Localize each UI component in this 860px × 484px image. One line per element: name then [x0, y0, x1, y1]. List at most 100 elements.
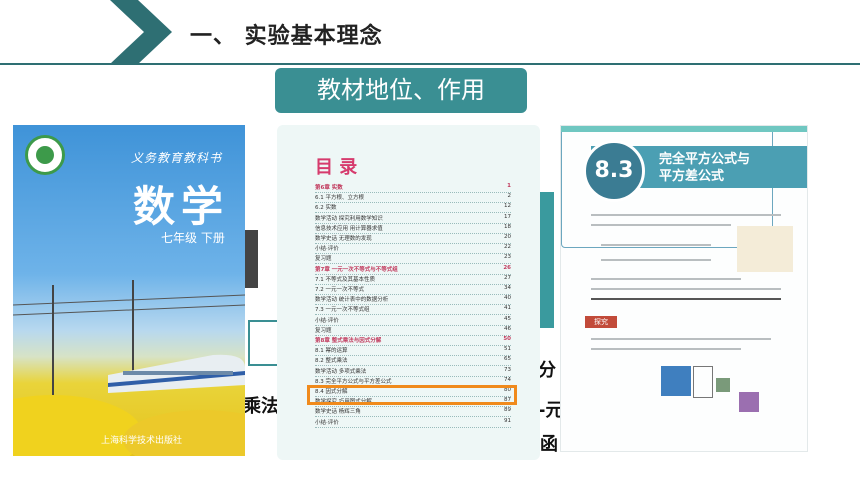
- toc-row-page: 46: [504, 325, 511, 332]
- toc-row-page: 65: [504, 356, 511, 363]
- toc-row-label: 8.2 整式乘法: [315, 358, 348, 365]
- toc-row-label: 7.3 一元一次不等式组: [315, 307, 370, 314]
- toc-row-page: 1: [507, 183, 511, 189]
- logo-icon: [25, 135, 65, 175]
- toc-row-page: 17: [504, 213, 511, 220]
- toc-row-page: 45: [504, 315, 511, 322]
- table-of-contents-image: 目 录 第6章 实数 1 6.1 平方根、立方根 2 6.2 实数 12 数学活动 探究利用…: [277, 125, 540, 460]
- toc-row-label: 6.2 实数: [315, 205, 337, 212]
- toc-row: 第7章 一元一次不等式与不等式组 26: [315, 264, 511, 275]
- toc-row-label: 第6章 实数: [315, 185, 343, 191]
- header-divider: [0, 63, 860, 65]
- toc-row-label: 数学史话 杨辉三角: [315, 409, 361, 416]
- toc-row: 复习题 23: [315, 254, 511, 265]
- toc-row-label: 7.2 一元一次不等式: [315, 287, 364, 293]
- chapter-title: 完全平方公式与 平方差公式: [659, 151, 750, 185]
- page-top-band: [561, 126, 807, 132]
- background-bar: [244, 230, 258, 288]
- background-text-right-1: 分: [538, 360, 556, 381]
- toc-row: 7.3 一元一次不等式组 41: [315, 305, 511, 316]
- toc-row-label: 数学史话 无理数的发现: [315, 236, 372, 242]
- toc-row: 7.1 不等式及其基本性质 27: [315, 274, 511, 285]
- note-box: [737, 226, 793, 272]
- text-line: [601, 259, 711, 261]
- text-line: [591, 348, 741, 350]
- toc-row-page: 51: [504, 346, 511, 353]
- train-scene-icon: [13, 280, 245, 456]
- diagram-rect: [693, 366, 713, 398]
- section-tag: 教材地位、作用: [275, 68, 527, 113]
- toc-row-label: 小结·评价: [315, 246, 339, 253]
- example-tag: 探究: [585, 316, 617, 328]
- toc-row-page: 50: [503, 336, 511, 342]
- chapter-title-line2: 平方差公式: [659, 169, 725, 184]
- toc-row: 小结·评价 91: [315, 417, 511, 428]
- text-line: [591, 278, 741, 280]
- toc-row: 7.2 一元一次不等式 34: [315, 285, 511, 295]
- toc-row-page: 27: [504, 274, 511, 281]
- toc-row: 数学活动 多项式乘法 73: [315, 366, 511, 377]
- cover-series: 义务教育教科书: [131, 151, 223, 165]
- toc-row-label: 复习题: [315, 327, 332, 334]
- toc-row-label: 数学活动 多项式乘法: [315, 368, 367, 375]
- diagram-square: [661, 366, 691, 396]
- toc-row-page: 40: [504, 295, 511, 302]
- text-line: [591, 214, 781, 216]
- toc-row-page: 12: [504, 203, 511, 210]
- toc-row-page: 73: [504, 366, 511, 373]
- toc-row-label: 8.1 幂的运算: [315, 348, 348, 355]
- toc-row-page: 41: [504, 305, 511, 312]
- toc-row: 数学史话 无理数的发现 20: [315, 234, 511, 244]
- toc-row: 数学活动 统计表中的数据分析 40: [315, 295, 511, 306]
- chapter-page-image: 8.3 完全平方公式与 平方差公式 探究: [560, 125, 808, 452]
- toc-row-page: 91: [504, 417, 511, 424]
- toc-row-label: 小结·评价: [315, 317, 339, 324]
- toc-row-page: 23: [504, 254, 511, 261]
- toc-row-label: 6.1 平方根、立方根: [315, 195, 364, 202]
- background-text-left: 乘法: [243, 396, 279, 417]
- toc-row: 复习题 46: [315, 325, 511, 336]
- toc-row-label: 第8章 整式乘法与因式分解: [315, 338, 382, 344]
- toc-row-label: 8.3 完全平方公式与平方差公式: [315, 378, 392, 385]
- toc-row-label: 数学活动 探究利用数学知识: [315, 215, 383, 222]
- text-line: [591, 338, 771, 340]
- page-title: 一、 实验基本理念: [190, 24, 383, 49]
- textbook-cover-image: 义务教育教科书 数学 七年级 下册 上海科学技术出版社: [13, 125, 245, 456]
- cover-grade: 七年级 下册: [161, 231, 225, 245]
- diagram-square: [716, 378, 730, 392]
- toc-row: 8.2 整式乘法 65: [315, 356, 511, 367]
- toc-row: 数学史话 杨辉三角 89: [315, 407, 511, 418]
- toc-row-label: 第7章 一元一次不等式与不等式组: [315, 266, 398, 273]
- toc-row-label: 7.1 不等式及其基本性质: [315, 276, 375, 283]
- toc-row-page: 74: [504, 376, 511, 383]
- chevron-right-icon: [110, 0, 172, 64]
- toc-row-page: 89: [504, 407, 511, 414]
- toc-row-page: 26: [503, 264, 511, 271]
- toc-row-page: 18: [504, 223, 511, 230]
- toc-row: 小结·评价 45: [315, 315, 511, 326]
- toc-row: 6.1 平方根、立方根 2: [315, 193, 511, 204]
- toc-row-label: 复习题: [315, 256, 332, 263]
- toc-row-page: 2: [507, 193, 511, 200]
- toc-title: 目 录: [315, 157, 358, 178]
- toc-row-page: 34: [504, 285, 511, 291]
- chapter-title-line1: 完全平方公式与: [659, 152, 751, 167]
- cover-subject: 数学: [133, 182, 230, 231]
- highlight-frame: [307, 385, 517, 405]
- toc-row-page: 20: [504, 234, 511, 240]
- background-text-right-3: 函: [540, 434, 558, 455]
- toc-row: 6.2 实数 12: [315, 203, 511, 214]
- text-line: [591, 288, 781, 290]
- toc-row: 8.1 幂的运算 51: [315, 346, 511, 357]
- background-frame: [248, 320, 280, 366]
- toc-row: 第6章 实数 1: [315, 183, 511, 193]
- toc-row: 第8章 整式乘法与因式分解 50: [315, 336, 511, 346]
- toc-row-label: 数学活动 统计表中的数据分析: [315, 297, 389, 304]
- text-line: [591, 298, 781, 300]
- toc-row: 小结·评价 22: [315, 244, 511, 255]
- toc-row: 信息技术应用 用计算器求值 18: [315, 223, 511, 234]
- toc-row-label: 信息技术应用 用计算器求值: [315, 225, 383, 232]
- toc-row-label: 小结·评价: [315, 419, 339, 426]
- text-line: [601, 244, 711, 246]
- toc-row-page: 22: [504, 244, 511, 251]
